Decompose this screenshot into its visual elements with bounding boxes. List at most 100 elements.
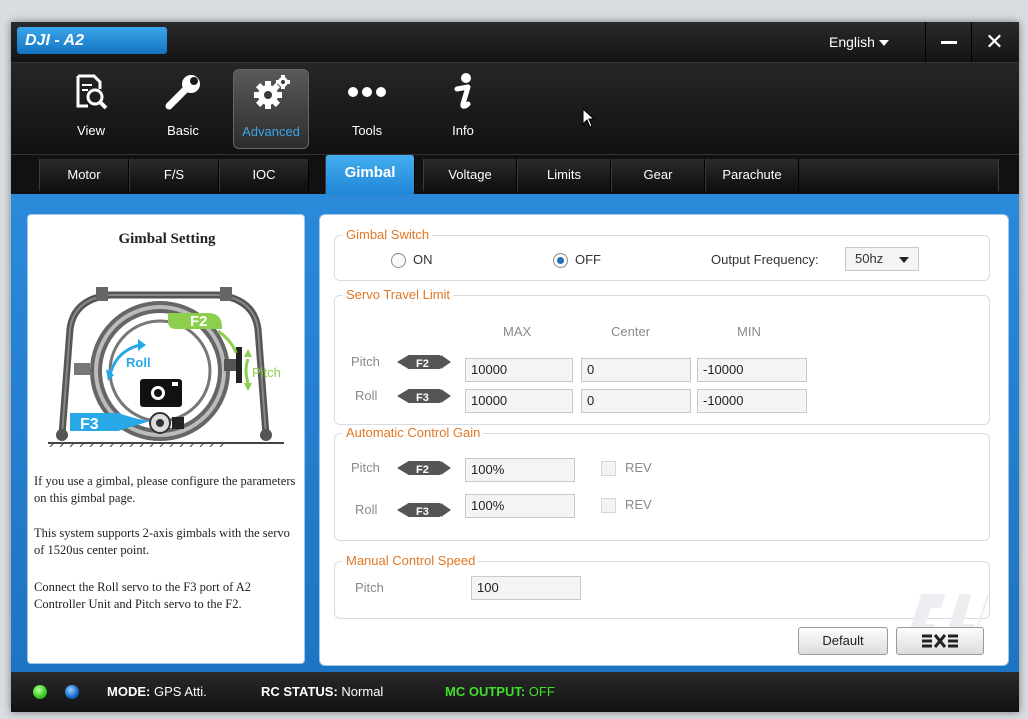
roll-min-input[interactable]: -10000 — [697, 389, 807, 413]
description-paragraph: If you use a gimbal, please configure th… — [34, 474, 296, 505]
toolbar-info[interactable]: Info — [425, 69, 501, 149]
manual-control-speed-group: Manual Control Speed Pitch 100 — [334, 553, 990, 619]
column-header: Center — [611, 324, 651, 339]
row-label: Roll — [355, 388, 378, 403]
toolbar-advanced[interactable]: Advanced — [233, 69, 309, 149]
row-label: Pitch — [351, 354, 380, 369]
close-button[interactable]: ✕ — [971, 22, 1017, 62]
diagram-pitch-label: Pitch — [252, 365, 281, 380]
dots-icon — [329, 69, 405, 115]
roll-center-input[interactable]: 0 — [581, 389, 691, 413]
port-f2-icon: F2 — [397, 461, 451, 476]
tab-bar-filler — [799, 159, 999, 191]
tab-fs[interactable]: F/S — [129, 159, 219, 191]
toolbar-advanced-label: Advanced — [242, 124, 300, 139]
gimbal-off-radio[interactable] — [553, 253, 568, 268]
group-title: Manual Control Speed — [343, 553, 479, 569]
rc-label: RC STATUS: — [261, 684, 338, 699]
main-toolbar: View Basic Advanced Tools Info — [11, 62, 1019, 154]
port-f3-icon: F3 — [397, 503, 451, 518]
roll-max-input[interactable]: 10000 — [465, 389, 573, 413]
app-title: DJI - A2 — [17, 27, 167, 54]
toolbar-info-label: Info — [452, 123, 474, 138]
chevron-down-icon — [878, 40, 889, 47]
toolbar-view-label: View — [77, 123, 105, 138]
gimbal-diagram: F2 F3 Roll Pitch — [40, 259, 292, 448]
toolbar-basic-label: Basic — [167, 123, 199, 138]
panel-title: Gimbal Setting — [118, 231, 216, 247]
gimbal-on-radio[interactable] — [391, 253, 406, 268]
gimbal-off-label: OFF — [575, 252, 601, 267]
toolbar-basic[interactable]: Basic — [145, 69, 221, 149]
tab-bar: Motor F/S IOC Gimbal Voltage Limits Gear… — [11, 154, 1019, 195]
automatic-control-gain-group: Automatic Control Gain Pitch F2 100% REV… — [334, 425, 990, 541]
row-label: Pitch — [351, 460, 380, 475]
column-header: MAX — [503, 324, 532, 339]
language-label: English — [829, 34, 875, 50]
row-label: Roll — [355, 502, 378, 517]
gimbal-on-label: ON — [413, 252, 433, 267]
default-button[interactable]: Default — [798, 627, 888, 655]
column-header: MIN — [737, 324, 761, 339]
gears-icon — [234, 70, 308, 116]
roll-gain-input[interactable]: 100% — [465, 494, 575, 518]
mode-status: MODE: GPS Atti. — [107, 672, 207, 712]
mouse-pointer-icon — [582, 107, 596, 131]
diagram-f2-label: F2 — [190, 313, 208, 330]
gimbal-info-panel: Gimbal Setting F2 F3 Roll Pitch If you u… — [27, 214, 305, 664]
status-led-blue — [65, 685, 79, 699]
output-frequency-value: 50hz — [855, 251, 884, 266]
mode-value: GPS Atti. — [153, 684, 207, 699]
pitch-gain-input[interactable]: 100% — [465, 458, 575, 482]
output-frequency-select[interactable]: 50hz — [845, 247, 919, 271]
toolbar-tools[interactable]: Tools — [329, 69, 405, 149]
tab-voltage[interactable]: Voltage — [423, 159, 517, 191]
port-label: F2 — [416, 464, 429, 476]
pitch-speed-input[interactable]: 100 — [471, 576, 581, 600]
diagram-roll-label: Roll — [126, 355, 151, 370]
group-title: Gimbal Switch — [343, 227, 433, 243]
main-content: Gimbal Setting F2 F3 Roll Pitch If you u… — [11, 194, 1019, 672]
toolbar-tools-label: Tools — [351, 123, 383, 138]
pitch-center-input[interactable]: 0 — [581, 358, 691, 382]
status-led-green — [33, 685, 47, 699]
description-paragraph: Connect the Roll servo to the F3 port of… — [34, 580, 251, 611]
import-export-button[interactable] — [896, 627, 984, 655]
pitch-max-input[interactable]: 10000 — [465, 358, 573, 382]
rev-label: REV — [625, 497, 652, 512]
row-label: Pitch — [355, 580, 384, 595]
info-icon — [425, 69, 501, 115]
tab-ioc[interactable]: IOC — [219, 159, 309, 191]
minimize-button[interactable] — [925, 22, 971, 62]
rc-value: Normal — [341, 684, 384, 699]
tab-motor[interactable]: Motor — [39, 159, 129, 191]
roll-rev-checkbox[interactable] — [601, 498, 616, 513]
gimbal-settings-panel: Gimbal Switch ON OFF Output Frequency: 5… — [319, 214, 1009, 666]
app-window: DJI - A2 English ✕ View Basic Advanced T… — [11, 22, 1019, 712]
title-bar: DJI - A2 English ✕ — [11, 22, 1019, 62]
rev-label: REV — [625, 460, 652, 475]
port-label: F3 — [416, 392, 429, 404]
language-selector[interactable]: English — [829, 22, 889, 62]
gimbal-switch-group: Gimbal Switch ON OFF Output Frequency: 5… — [334, 227, 990, 281]
pitch-min-input[interactable]: -10000 — [697, 358, 807, 382]
toolbar-view[interactable]: View — [53, 69, 129, 149]
wrench-icon — [145, 69, 221, 115]
tab-parachute[interactable]: Parachute — [705, 159, 799, 191]
mc-label: MC OUTPUT: — [445, 684, 526, 699]
tab-limits[interactable]: Limits — [517, 159, 611, 191]
diagram-f3-label: F3 — [80, 416, 99, 433]
rc-status: RC STATUS: Normal — [261, 672, 383, 712]
output-frequency-label: Output Frequency: — [711, 252, 819, 267]
port-f3-icon: F3 — [397, 389, 451, 404]
tab-gimbal[interactable]: Gimbal — [325, 155, 415, 195]
minimize-icon — [940, 41, 957, 45]
servo-travel-limit-group: Servo Travel Limit MAX Center MIN Pitch … — [334, 287, 990, 425]
mc-value: OFF — [528, 684, 555, 699]
tab-gear[interactable]: Gear — [611, 159, 705, 191]
swap-icon — [922, 634, 958, 648]
pitch-rev-checkbox[interactable] — [601, 461, 616, 476]
group-title: Servo Travel Limit — [343, 287, 454, 303]
port-label: F3 — [416, 506, 429, 518]
magnifier-doc-icon — [53, 69, 129, 115]
